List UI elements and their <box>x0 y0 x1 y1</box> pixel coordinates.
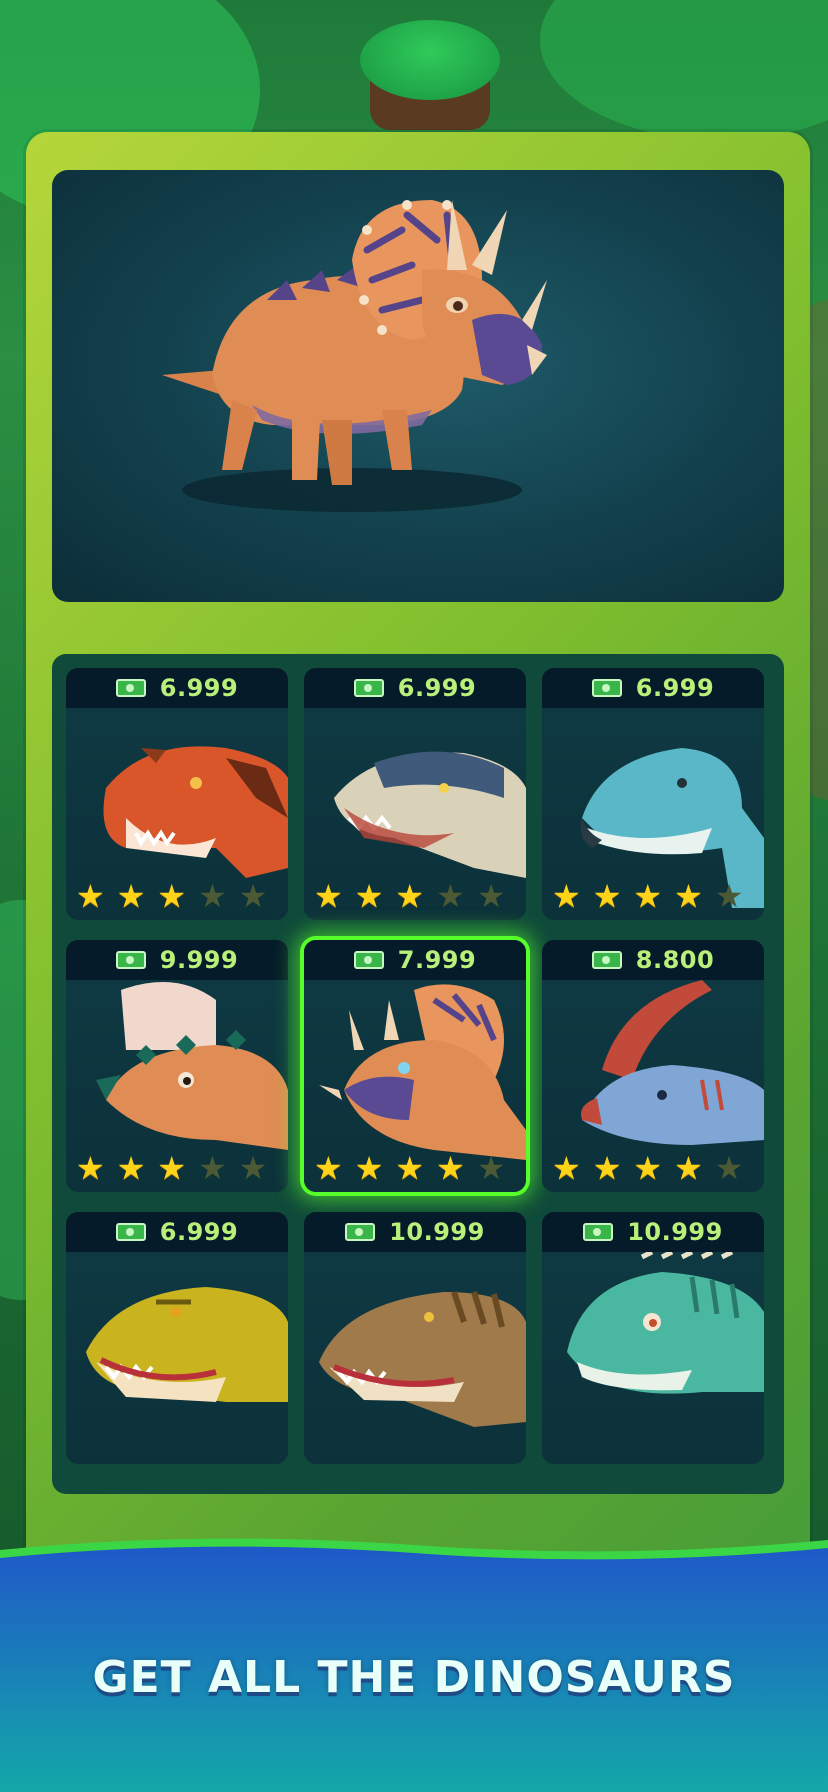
star-icon: ★ <box>674 877 703 915</box>
star-icon: ★ <box>314 877 343 915</box>
price-bar: 10.999 <box>304 1212 526 1252</box>
star-icon: ★ <box>674 1149 703 1187</box>
price-label: 6.999 <box>159 1218 239 1246</box>
star-icon: ★ <box>633 1149 663 1187</box>
star-icon: ★ <box>592 1149 622 1187</box>
star-icon: ★ <box>157 1149 187 1187</box>
star-rating: ★ ★ ★ ★ ★ <box>552 880 743 912</box>
dino-card-brown-trex[interactable]: 10.999 <box>304 1212 526 1464</box>
price-label: 6.999 <box>635 674 715 702</box>
star-rating: ★ ★ ★ ★ ★ <box>552 1152 743 1184</box>
background-foliage <box>540 0 828 140</box>
star-icon: ★ <box>116 1149 146 1187</box>
dino-card-carnotaurus[interactable]: 6.999 ★ ★ ★ ★ ★ <box>66 668 288 920</box>
star-empty-icon: ★ <box>436 877 465 915</box>
price-bar: 9.999 <box>66 940 288 980</box>
star-rating: ★ ★ ★ ★ ★ <box>76 1152 267 1184</box>
star-icon: ★ <box>116 877 146 915</box>
star-empty-icon: ★ <box>238 877 268 915</box>
price-bar: 7.999 <box>304 940 526 980</box>
star-icon: ★ <box>436 1149 465 1187</box>
yellow-trex-illustration <box>86 1287 288 1402</box>
price-bar: 6.999 <box>542 668 764 708</box>
price-bar: 6.999 <box>304 668 526 708</box>
star-icon: ★ <box>395 1149 425 1187</box>
star-icon: ★ <box>633 877 663 915</box>
star-empty-icon: ★ <box>198 1149 227 1187</box>
price-bar: 10.999 <box>542 1212 764 1252</box>
game-background: 6.999 ★ ★ ★ ★ ★ 6.999 ★ ★ ★ ★ ★ 6.999 ★ … <box>0 0 828 1792</box>
price-label: 6.999 <box>159 674 239 702</box>
cash-icon <box>115 1223 146 1241</box>
cash-icon <box>583 1223 614 1241</box>
star-empty-icon: ★ <box>198 877 227 915</box>
star-empty-icon: ★ <box>238 1149 268 1187</box>
price-bar: 8.800 <box>542 940 764 980</box>
featured-dino-preview <box>52 170 784 602</box>
star-icon: ★ <box>354 877 384 915</box>
dino-card-green-sauropod[interactable]: 10.999 <box>542 1212 764 1464</box>
star-empty-icon: ★ <box>714 1149 744 1187</box>
cash-icon <box>591 679 622 697</box>
dino-card-parasaurolophus[interactable]: 8.800 ★ ★ ★ ★ ★ <box>542 940 764 1192</box>
cash-icon <box>353 951 384 969</box>
star-icon: ★ <box>354 1149 384 1187</box>
star-icon: ★ <box>552 877 581 915</box>
dino-card-allosaurus[interactable]: 6.999 ★ ★ ★ ★ ★ <box>304 668 526 920</box>
promo-tagline: GET ALL THE DINOSAURS <box>92 1652 736 1703</box>
dino-card-grid: 6.999 ★ ★ ★ ★ ★ 6.999 ★ ★ ★ ★ ★ 6.999 ★ … <box>52 654 784 1494</box>
price-label: 8.800 <box>635 946 715 974</box>
cash-icon <box>345 1223 376 1241</box>
star-icon: ★ <box>592 877 622 915</box>
star-rating: ★ ★ ★ ★ ★ <box>314 880 505 912</box>
star-icon: ★ <box>76 1149 105 1187</box>
star-icon: ★ <box>76 877 105 915</box>
star-icon: ★ <box>395 877 425 915</box>
star-rating: ★ ★ ★ ★ ★ <box>76 880 267 912</box>
triceratops-illustration <box>162 200 547 512</box>
dino-card-triceratops[interactable]: 7.999 ★ ★ ★ ★ ★ <box>304 940 526 1192</box>
star-icon: ★ <box>314 1149 343 1187</box>
star-empty-icon: ★ <box>476 877 506 915</box>
green-sauropod-illustration <box>567 1252 764 1394</box>
price-bar: 6.999 <box>66 668 288 708</box>
star-icon: ★ <box>552 1149 581 1187</box>
price-label: 6.999 <box>397 674 477 702</box>
dino-card-pachycephalosaurus[interactable]: 9.999 ★ ★ ★ ★ ★ <box>66 940 288 1192</box>
price-label: 9.999 <box>159 946 239 974</box>
star-icon: ★ <box>157 877 187 915</box>
price-label: 10.999 <box>389 1218 485 1246</box>
cash-icon <box>115 951 146 969</box>
price-label: 10.999 <box>627 1218 723 1246</box>
dino-card-brachiosaurus[interactable]: 6.999 ★ ★ ★ ★ ★ <box>542 668 764 920</box>
price-label: 7.999 <box>397 946 477 974</box>
cash-icon <box>353 679 384 697</box>
star-empty-icon: ★ <box>714 877 744 915</box>
cash-icon <box>115 679 146 697</box>
star-rating: ★ ★ ★ ★ ★ <box>314 1152 505 1184</box>
cash-icon <box>591 951 622 969</box>
price-bar: 6.999 <box>66 1212 288 1252</box>
star-empty-icon: ★ <box>476 1149 506 1187</box>
dino-card-yellow-trex[interactable]: 6.999 <box>66 1212 288 1464</box>
brown-trex-illustration <box>319 1291 526 1427</box>
background-platform <box>360 20 500 100</box>
